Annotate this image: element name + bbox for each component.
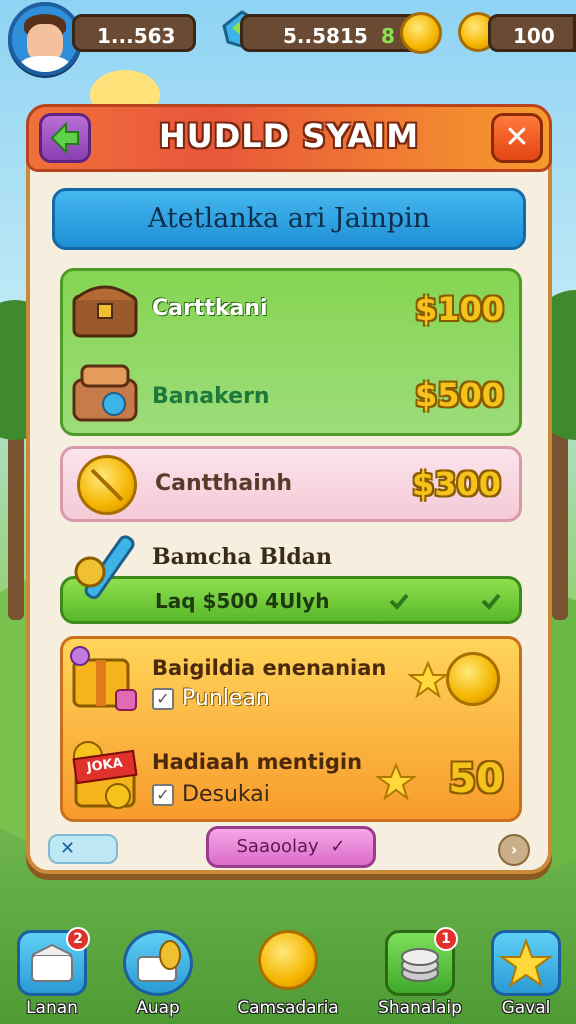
dialog-title: HUDLD SYAIM [158,117,420,155]
nav-item-3[interactable]: 1 Shanalaip [378,927,462,1018]
player-stat-pill: 1...563 [72,14,196,52]
nav-label: Shanalaip [378,998,462,1018]
nav-tile [123,930,193,996]
nav-label: Auap [136,998,180,1018]
scroll-left-button[interactable]: ✕ [48,834,118,864]
nav-label: Gaval [501,998,551,1018]
player-avatar[interactable] [8,2,82,76]
star-icon [376,762,416,801]
basket-icon [72,364,138,422]
coin-icon [77,455,137,515]
nav-badge: 2 [66,927,90,951]
reward-item-1[interactable]: Baigildia enenanian ✓ Punlean [60,636,522,728]
nav-badge: 1 [434,927,458,951]
footer-button-label: Saaoolay [236,836,319,857]
nav-tile [491,930,561,996]
coin-icon [258,930,318,990]
item-label: Cantthainh [155,471,293,496]
reward-title: Baigildia enenanian [152,656,387,680]
reward-item-2[interactable]: JOKA Hadiaah mentigin ✓ Desukai 50 [60,728,522,822]
coins-pill: 100 [488,14,576,52]
nav-item-2[interactable]: Camsadaria [237,930,339,1018]
magic-wand-icon [74,535,135,600]
nav-item-4[interactable]: Gaval [486,930,566,1018]
item-label: Carttkani [152,296,268,321]
dialog-subtitle: Atetlanka ari Jainpin [52,188,526,250]
gems-extra: 8 [381,24,395,48]
coin-icon [446,652,500,706]
reward-title: Hadiaah mentigin [152,750,363,774]
promo-title: Bamcha Bldan [152,544,333,570]
basket-icon [137,940,181,982]
nav-item-0[interactable]: 2 Lanan [12,927,92,1018]
item-price: $100 [414,290,504,328]
nav-tile: 1 [385,927,458,996]
coins-value: 100 [513,24,555,48]
reward-check-label: Punlean [182,686,270,711]
nav-label: Lanan [26,998,78,1018]
reward-checkbox[interactable]: ✓ [152,784,174,806]
shop-item-3[interactable]: Cantthainh $300 [60,446,522,522]
player-stat-value: 1...563 [97,24,176,48]
nav-label: Camsadaria [237,998,339,1018]
shop-item-1[interactable]: Carttkani $100 [60,268,522,352]
star-icon [498,938,554,988]
close-icon: ✕ [504,120,530,155]
coin-icon[interactable] [400,12,442,54]
treasure-chest-icon [72,285,138,338]
item-price: $300 [411,465,501,503]
close-button[interactable]: ✕ [491,113,543,163]
check-icon [481,593,501,610]
chevron-right-icon: › [510,840,518,859]
reward-check-label: Desukai [182,782,270,807]
top-bar: 1...563 5..5815 8 100 [0,0,576,76]
close-small-icon: ✕ [60,838,76,859]
check-icon [389,593,409,610]
footer-button[interactable]: Saaoolay ✓ [206,826,376,868]
gems-value: 5..5815 [283,24,368,48]
nav-item-1[interactable]: Auap [118,930,198,1018]
next-button[interactable]: › [498,834,530,866]
nav-tile: 2 [17,927,90,996]
reward-value: 50 [448,756,504,802]
item-label: Banakern [152,384,270,409]
shop-dialog: HUDLD SYAIM ✕ Atetlanka ari Jainpin Cart… [26,104,552,874]
gift-box-icon [70,646,137,711]
gems-pill: 5..5815 8 [240,14,422,52]
chevron-down-icon: ✓ [330,836,346,857]
dialog-title-bar: HUDLD SYAIM ✕ [26,104,552,172]
promo-detail: Laq $500 4Ulyh [155,589,330,613]
shop-item-2[interactable]: Banakern $500 [60,356,522,436]
item-price: $500 [414,376,504,414]
slash-mark [90,468,124,502]
reward-checkbox[interactable]: ✓ [152,688,174,710]
star-icon [408,660,448,699]
